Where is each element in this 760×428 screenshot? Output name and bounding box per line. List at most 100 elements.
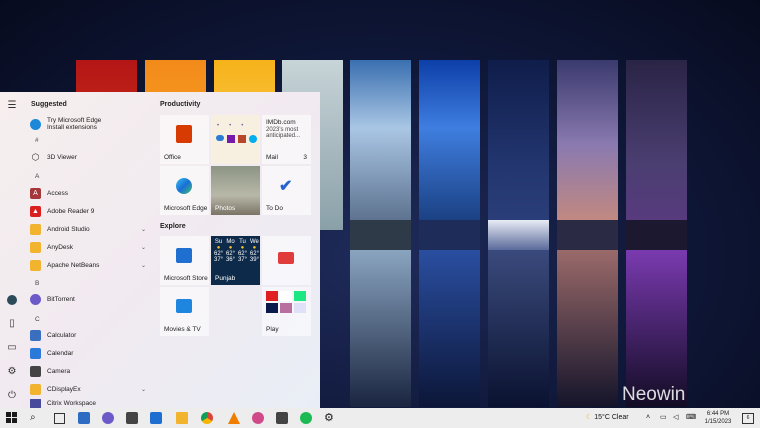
low-temp: 37° (214, 257, 224, 263)
moon-icon: ☾ (586, 414, 593, 421)
app-icon[interactable] (252, 412, 264, 424)
app-item-calendar[interactable]: Calendar (30, 346, 150, 360)
edge-tile[interactable]: Microsoft Edge (160, 166, 209, 215)
app-item-adobe-reader[interactable]: ▲ Adobe Reader 9 (30, 204, 150, 218)
folder-icon (30, 259, 41, 271)
settings-gear-icon[interactable]: ⚙ (6, 366, 18, 378)
wallpaper-strip (557, 60, 618, 407)
forecast-day: Tu ● 62° 37° (238, 239, 247, 263)
play-folder-tile[interactable]: Play (262, 287, 311, 336)
tile-label: Office (164, 154, 181, 161)
letter-header[interactable]: # (35, 137, 39, 144)
mail-tile[interactable]: IMDb.com 2023's most anticipated... Mail… (262, 115, 311, 164)
tile-label: Microsoft Store (164, 275, 208, 282)
tray-chevron-icon[interactable]: ˄ (646, 408, 650, 428)
tile-label: Punjab (215, 275, 236, 282)
camera-icon (30, 365, 41, 377)
photos-tile[interactable]: Photos (211, 166, 260, 215)
weather-widget[interactable]: ☾ 15°C Clear (586, 408, 629, 428)
office-app-icons (216, 135, 257, 143)
file-explorer-icon[interactable] (176, 412, 188, 424)
network-icon[interactable]: ▭ (660, 408, 667, 428)
wallpaper-strip (626, 60, 687, 407)
volume-icon[interactable]: ◁ (673, 408, 678, 428)
imdb-text: 2023's most anticipated... (266, 127, 301, 139)
app-item-calculator[interactable]: Calculator (30, 328, 150, 342)
low-temp: 37° (237, 257, 248, 263)
app-icon[interactable] (78, 412, 90, 424)
onedrive-icon (216, 135, 224, 141)
chevron-down-icon: ⌄ (140, 262, 146, 269)
app-item-anydesk[interactable]: AnyDesk ⌄ (30, 240, 150, 254)
app-item-android-studio[interactable]: Android Studio ⌄ (30, 222, 150, 236)
movies-tv-tile[interactable]: Movies & TV (160, 287, 209, 336)
suggested-edge-item[interactable]: Try Microsoft Edge Install extensions (30, 115, 150, 133)
store-tile[interactable]: Microsoft Store (160, 236, 209, 285)
letter-header[interactable]: C (35, 316, 40, 323)
calculator-icon (30, 329, 41, 341)
news-tile[interactable] (262, 236, 311, 285)
app-item-cdisplayex[interactable]: CDisplayEx ⌄ (30, 382, 150, 396)
app-item-citrix[interactable]: Citrix Workspace (30, 399, 150, 408)
edge-icon (30, 118, 41, 130)
app-icon[interactable] (126, 412, 138, 424)
pictures-icon[interactable]: ▭ (6, 342, 18, 354)
app-icon[interactable] (276, 412, 288, 424)
office-tile[interactable]: Office (160, 115, 209, 164)
movies-icon (176, 299, 192, 313)
user-avatar-icon[interactable] (6, 294, 18, 306)
start-rail: ☰ ▯ ▭ ⚙ ⏻ (0, 92, 24, 408)
hulu-icon (294, 291, 306, 301)
app-item-apache-netbeans[interactable]: Apache NetBeans ⌄ (30, 258, 150, 272)
hamburger-menu-icon[interactable]: ☰ (6, 100, 18, 112)
app-label: Apache NetBeans (47, 261, 100, 269)
wallpaper-strip (419, 60, 480, 407)
app-label: Calendar (47, 349, 74, 357)
forecast-day: Mo ● 62° 36° (226, 239, 235, 263)
chevron-down-icon: ⌄ (140, 226, 146, 233)
folder-icon (30, 241, 41, 253)
messenger-icon (294, 303, 306, 313)
powerpoint-icon (238, 135, 246, 143)
notification-center-icon[interactable]: 6 (742, 413, 754, 424)
vlc-icon[interactable] (228, 412, 240, 424)
todo-tile[interactable]: ✔ To Do (262, 166, 311, 215)
tile-label: Play (266, 326, 279, 333)
app-label: Calculator (47, 331, 77, 339)
app-item-access[interactable]: A Access (30, 186, 150, 200)
bittorrent-icon[interactable] (102, 412, 114, 424)
app-label: 3D Viewer (47, 153, 77, 161)
power-icon[interactable]: ⏻ (6, 390, 18, 402)
app-label: Adobe Reader 9 (47, 207, 95, 215)
app-item-3d-viewer[interactable]: ⬡ 3D Viewer (30, 150, 150, 164)
app-item-camera[interactable]: Camera (30, 364, 150, 378)
letter-header[interactable]: B (35, 280, 39, 287)
onenote-icon (227, 135, 235, 143)
spotify-icon[interactable] (300, 412, 312, 424)
language-icon[interactable]: ⌨ (686, 408, 696, 428)
tile-label: To Do (266, 205, 283, 212)
tiles-area: Productivity Office ••• IMDb.com 2023's … (160, 92, 320, 408)
settings-gear-icon[interactable]: ⚙ (324, 412, 336, 424)
windows-start-icon[interactable] (6, 412, 18, 424)
search-icon[interactable]: ⌕ (30, 412, 42, 424)
store-icon (176, 248, 192, 263)
tile-label: Mail (266, 154, 278, 161)
task-view-icon[interactable] (54, 413, 65, 424)
clock[interactable]: 6:44 PM 1/15/2023 (700, 410, 736, 426)
office-apps-folder-tile[interactable]: ••• (211, 115, 260, 164)
store-icon[interactable] (150, 412, 162, 424)
weather-tile[interactable]: Su ● 62° 37° Mo ● 62° 36° Tu ● 62° 37° We ● 62° 39° … (211, 236, 260, 285)
tile-label: Movies & TV (164, 326, 201, 333)
tile-label: Microsoft Edge (164, 205, 208, 212)
forecast-day: We ● 62° 39° (250, 239, 259, 263)
clock-time: 6:44 PM (706, 411, 730, 417)
letter-header[interactable]: A (35, 173, 39, 180)
app-item-bittorrent[interactable]: BitTorrent (30, 292, 150, 306)
documents-icon[interactable]: ▯ (6, 318, 18, 330)
app-icon (280, 291, 292, 301)
app-label: Camera (47, 367, 71, 375)
office-icon (176, 125, 192, 143)
wallpaper-strip (350, 60, 411, 407)
chrome-icon[interactable] (201, 412, 213, 424)
